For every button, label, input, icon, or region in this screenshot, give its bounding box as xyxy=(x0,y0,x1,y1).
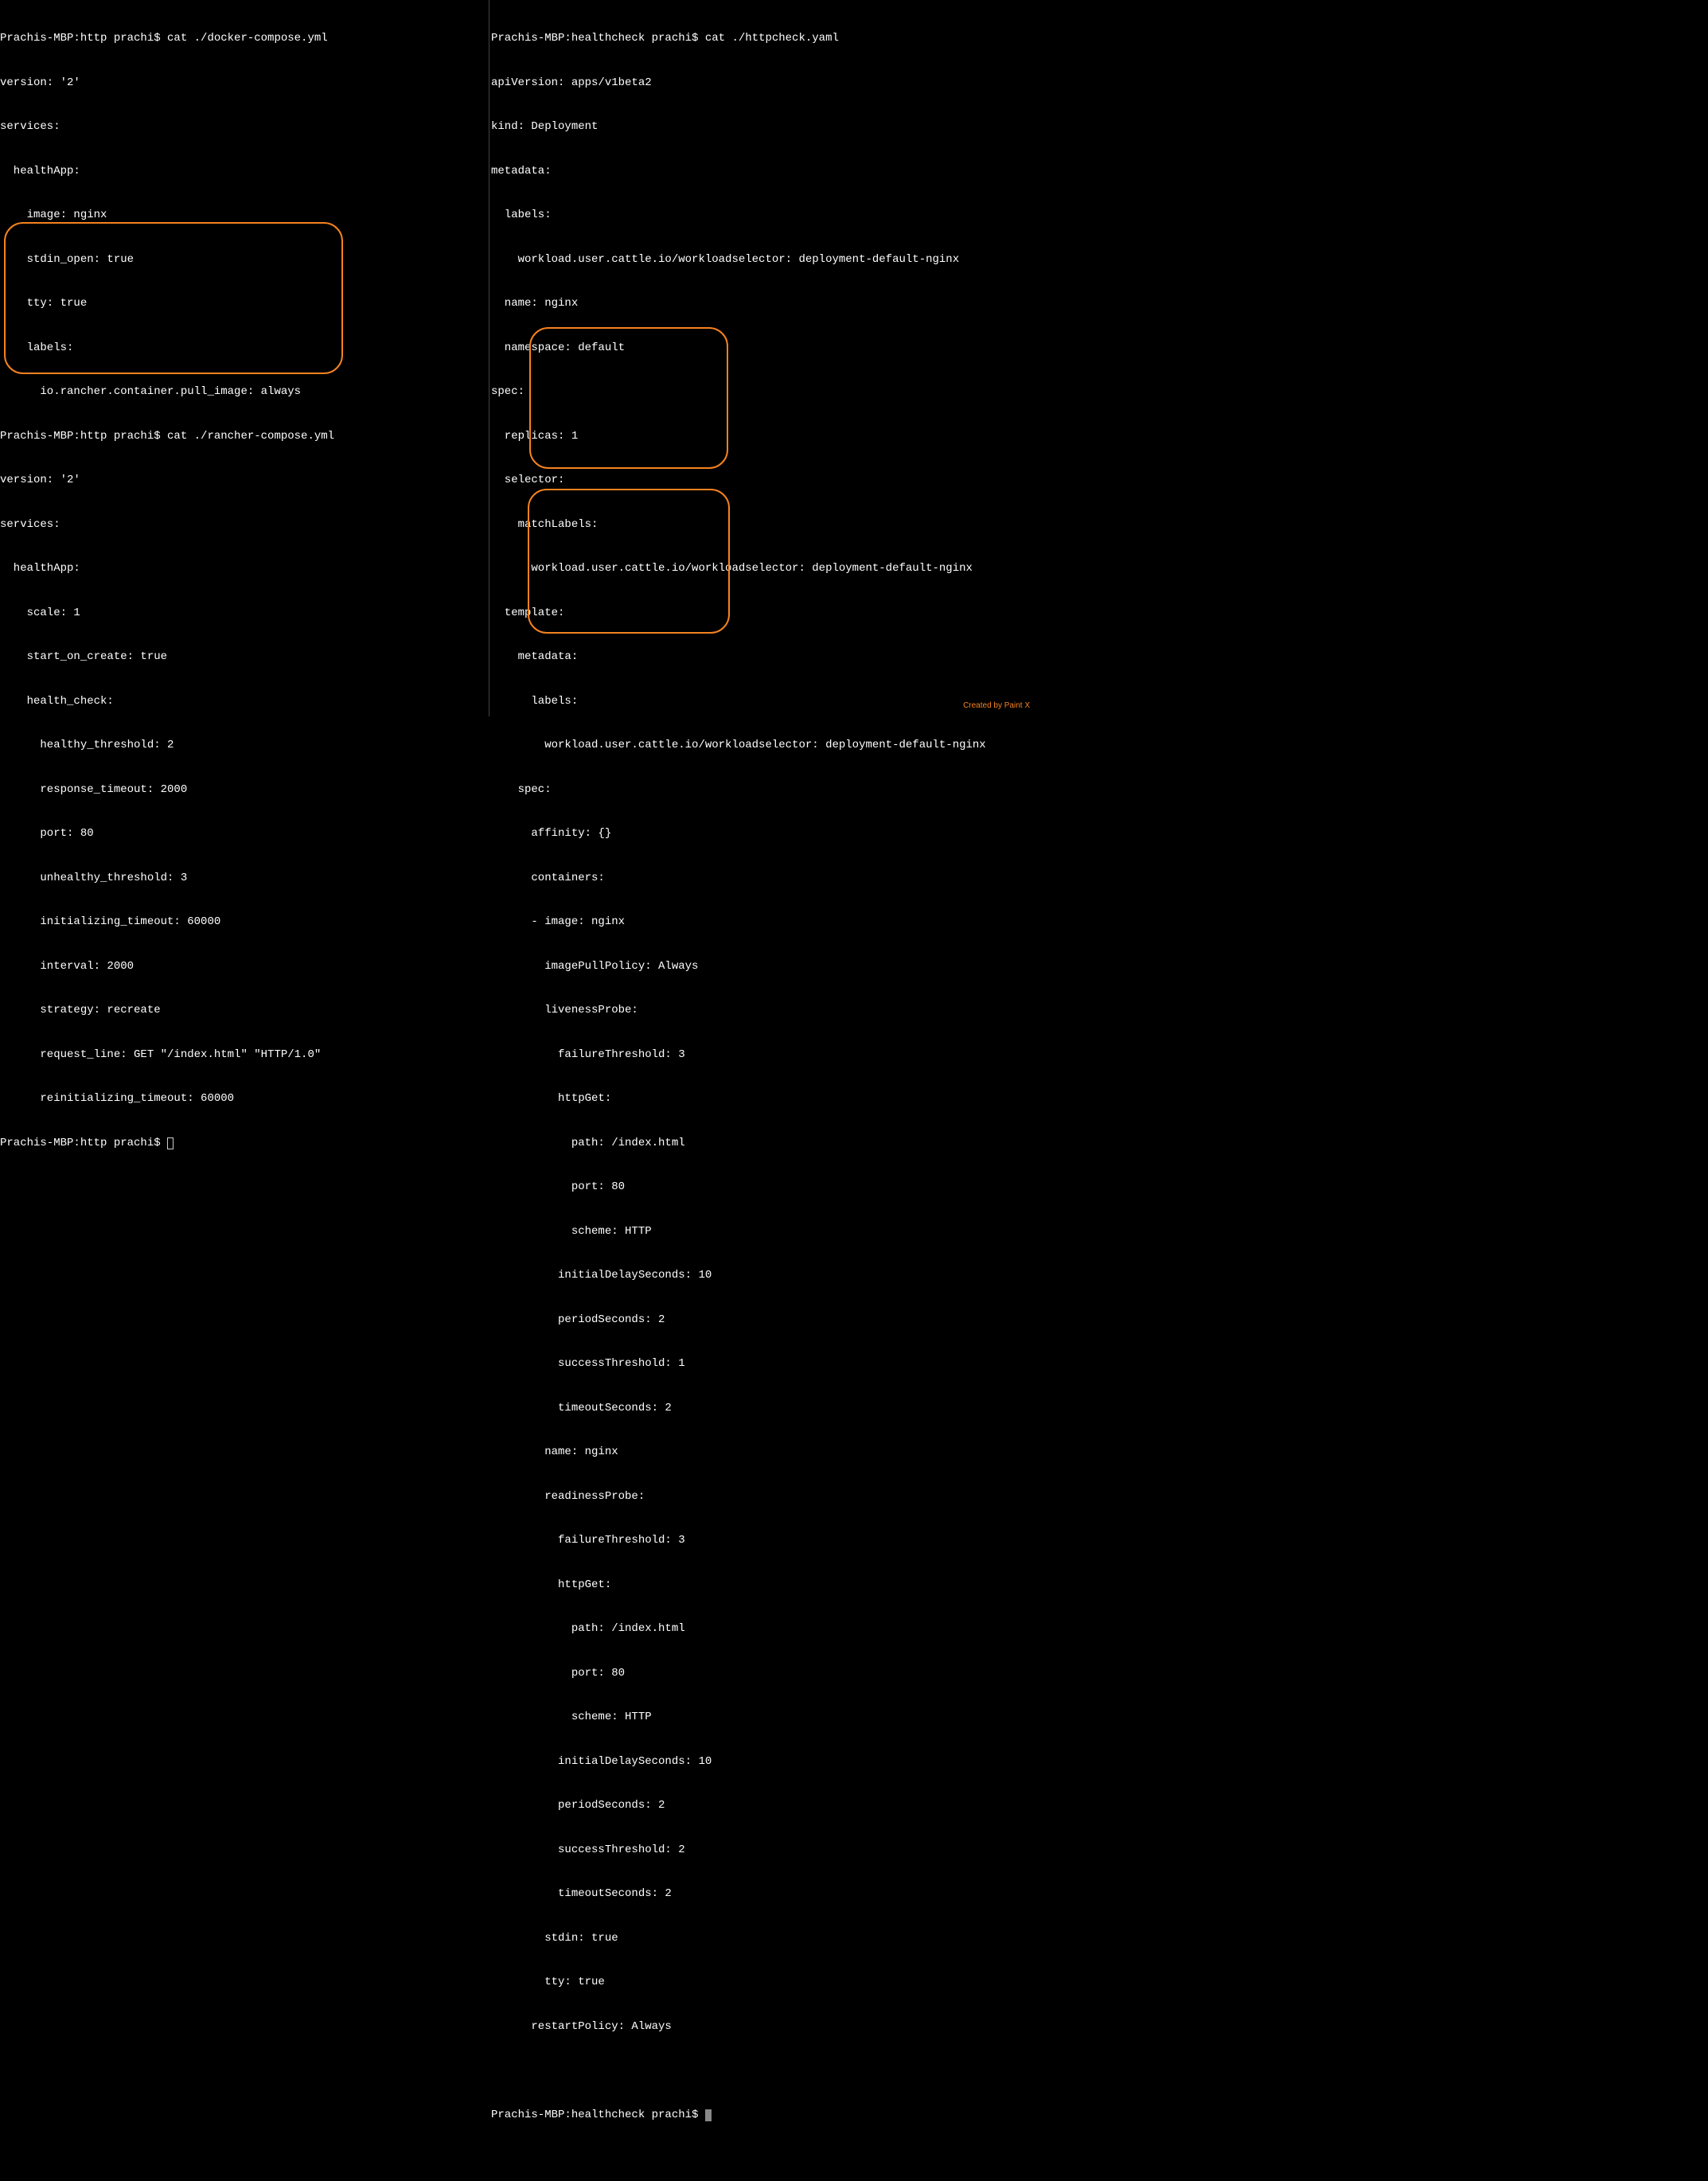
prompt-line[interactable]: Prachis-MBP:healthcheck prachi$ xyxy=(491,2108,1035,2123)
output-line: apiVersion: apps/v1beta2 xyxy=(491,76,1035,91)
output-line: periodSeconds: 2 xyxy=(491,1313,1035,1328)
output-line: scale: 1 xyxy=(0,606,489,621)
cursor-icon xyxy=(705,2109,712,2121)
prompt-text: Prachis-MBP:healthcheck prachi$ xyxy=(491,2109,705,2121)
output-line: image: nginx xyxy=(0,208,489,223)
output-line: response_timeout: 2000 xyxy=(0,782,489,798)
prompt-line[interactable]: Prachis-MBP:http prachi$ xyxy=(0,1136,489,1151)
output-line: name: nginx xyxy=(491,1445,1035,1460)
output-line: restartPolicy: Always xyxy=(491,2019,1035,2035)
output-line: initializing_timeout: 60000 xyxy=(0,915,489,930)
output-line: imagePullPolicy: Always xyxy=(491,959,1035,974)
output-line: scheme: HTTP xyxy=(491,1224,1035,1239)
output-line: spec: xyxy=(491,384,1035,400)
output-line: labels: xyxy=(491,694,1035,709)
output-line: workload.user.cattle.io/workloadselector… xyxy=(491,738,1035,753)
output-line: timeoutSeconds: 2 xyxy=(491,1886,1035,1902)
output-line: name: nginx xyxy=(491,296,1035,311)
output-line: port: 80 xyxy=(491,1666,1035,1681)
output-line: metadata: xyxy=(491,650,1035,665)
output-line: stdin_open: true xyxy=(0,252,489,267)
output-line: failureThreshold: 3 xyxy=(491,1048,1035,1063)
output-line: periodSeconds: 2 xyxy=(491,1798,1035,1813)
output-line: healthy_threshold: 2 xyxy=(0,738,489,753)
output-line: workload.user.cattle.io/workloadselector… xyxy=(491,561,1035,576)
output-line: port: 80 xyxy=(0,826,489,841)
output-line: - image: nginx xyxy=(491,915,1035,930)
output-line: initialDelaySeconds: 10 xyxy=(491,1754,1035,1769)
output-line: version: '2' xyxy=(0,473,489,488)
output-line: tty: true xyxy=(491,1975,1035,1990)
output-line: readinessProbe: xyxy=(491,1489,1035,1504)
prompt-line: Prachis-MBP:healthcheck prachi$ cat ./ht… xyxy=(491,31,1035,46)
output-line: request_line: GET "/index.html" "HTTP/1.… xyxy=(0,1048,489,1063)
prompt-line: Prachis-MBP:http prachi$ cat ./rancher-c… xyxy=(0,429,489,444)
output-line: stdin: true xyxy=(491,1931,1035,1946)
output-line: port: 80 xyxy=(491,1180,1035,1195)
output-line: matchLabels: xyxy=(491,517,1035,533)
output-line: template: xyxy=(491,606,1035,621)
output-line: timeoutSeconds: 2 xyxy=(491,1401,1035,1416)
output-line: health_check: xyxy=(0,694,489,709)
output-line: httpGet: xyxy=(491,1091,1035,1106)
output-line: workload.user.cattle.io/workloadselector… xyxy=(491,252,1035,267)
output-line: healthApp: xyxy=(0,561,489,576)
output-line: scheme: HTTP xyxy=(491,1710,1035,1725)
prompt-text: Prachis-MBP:http prachi$ xyxy=(0,1137,167,1149)
output-line: namespace: default xyxy=(491,341,1035,356)
output-line: labels: xyxy=(491,208,1035,223)
terminal-right[interactable]: Prachis-MBP:healthcheck prachi$ cat ./ht… xyxy=(489,0,1035,716)
output-line: healthApp: xyxy=(0,164,489,179)
output-line: kind: Deployment xyxy=(491,119,1035,135)
output-line: strategy: recreate xyxy=(0,1003,489,1018)
output-line xyxy=(491,2063,1035,2078)
output-line: unhealthy_threshold: 3 xyxy=(0,871,489,886)
terminal-left[interactable]: Prachis-MBP:http prachi$ cat ./docker-co… xyxy=(0,0,489,716)
output-line: reinitializing_timeout: 60000 xyxy=(0,1091,489,1106)
output-line: successThreshold: 2 xyxy=(491,1843,1035,1858)
output-line: metadata: xyxy=(491,164,1035,179)
output-line: initialDelaySeconds: 10 xyxy=(491,1268,1035,1283)
output-line: path: /index.html xyxy=(491,1136,1035,1151)
output-line: services: xyxy=(0,517,489,533)
output-line: labels: xyxy=(0,341,489,356)
output-line: path: /index.html xyxy=(491,1621,1035,1637)
output-line: tty: true xyxy=(0,296,489,311)
output-line: start_on_create: true xyxy=(0,650,489,665)
output-line: io.rancher.container.pull_image: always xyxy=(0,384,489,400)
output-line: httpGet: xyxy=(491,1578,1035,1593)
output-line: selector: xyxy=(491,473,1035,488)
output-line: failureThreshold: 3 xyxy=(491,1533,1035,1548)
prompt-line: Prachis-MBP:http prachi$ cat ./docker-co… xyxy=(0,31,489,46)
output-line: livenessProbe: xyxy=(491,1003,1035,1018)
output-line: spec: xyxy=(491,782,1035,798)
output-line: replicas: 1 xyxy=(491,429,1035,444)
cursor-icon xyxy=(167,1137,174,1149)
watermark-label: Created by Paint X xyxy=(963,699,1030,714)
output-line: services: xyxy=(0,119,489,135)
output-line: successThreshold: 1 xyxy=(491,1356,1035,1371)
output-line: version: '2' xyxy=(0,76,489,91)
output-line: interval: 2000 xyxy=(0,959,489,974)
output-line: containers: xyxy=(491,871,1035,886)
output-line: affinity: {} xyxy=(491,826,1035,841)
